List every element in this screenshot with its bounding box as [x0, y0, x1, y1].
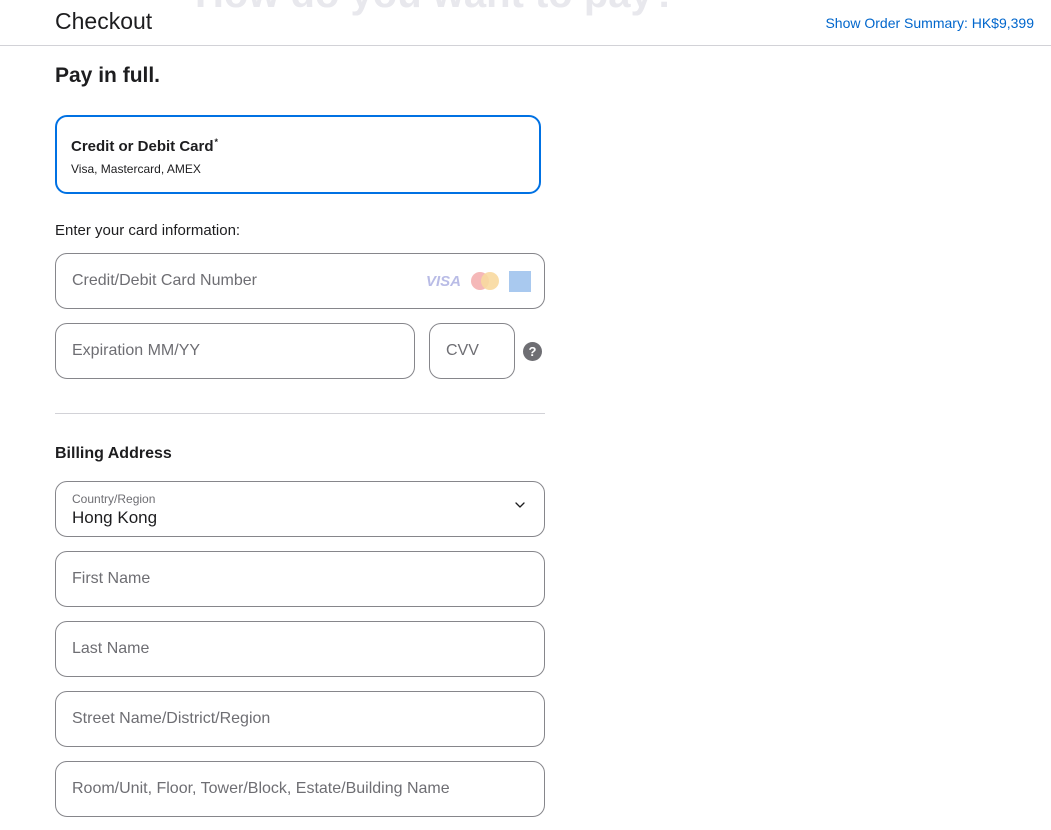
room-building-placeholder: Room/Unit, Floor, Tower/Block, Estate/Bu… — [72, 780, 450, 797]
cvv-field[interactable]: CVV — [429, 323, 515, 379]
visa-icon: VISA — [425, 272, 461, 290]
cvv-placeholder: CVV — [446, 342, 479, 359]
expiration-placeholder: Expiration MM/YY — [72, 342, 201, 359]
country-region-select[interactable]: Country/Region Hong Kong — [55, 481, 545, 537]
pay-in-full-title: Pay in full. — [55, 64, 161, 87]
payment-option-subtitle: Visa, Mastercard, AMEX — [71, 162, 201, 176]
billing-address-title: Billing Address — [55, 445, 172, 462]
payment-option-name: Credit or Debit Card* — [71, 137, 218, 155]
footnote-marker: * — [214, 137, 219, 147]
chevron-down-icon — [515, 502, 525, 508]
order-summary-link[interactable]: Show Order Summary: HK$9,399 — [825, 15, 1034, 31]
question-icon[interactable]: ? — [523, 342, 542, 361]
card-number-field[interactable]: Credit/Debit Card Number VISA — [55, 253, 545, 309]
checkout-header: How do you want to pay? Checkout Show Or… — [0, 0, 1051, 46]
first-name-field[interactable]: First Name — [55, 551, 545, 607]
mastercard-icon — [471, 272, 499, 290]
background-heading: How do you want to pay? — [195, 0, 677, 17]
last-name-field[interactable]: Last Name — [55, 621, 545, 677]
street-field[interactable]: Street Name/District/Region — [55, 691, 545, 747]
country-region-label: Country/Region — [72, 492, 156, 506]
room-building-field[interactable]: Room/Unit, Floor, Tower/Block, Estate/Bu… — [55, 761, 545, 817]
section-divider — [55, 413, 545, 414]
card-info-label: Enter your card information: — [55, 222, 241, 239]
page-title: Checkout — [55, 8, 153, 34]
expiration-field[interactable]: Expiration MM/YY — [55, 323, 415, 379]
card-number-placeholder: Credit/Debit Card Number — [72, 272, 257, 289]
first-name-placeholder: First Name — [72, 570, 151, 587]
card-logos: VISA — [426, 270, 531, 292]
payment-option-label: Credit or Debit Card — [71, 138, 214, 155]
credit-card-option[interactable]: Credit or Debit Card* Visa, Mastercard, … — [55, 115, 541, 194]
checkout-page: How do you want to pay? Checkout Show Or… — [0, 0, 1051, 830]
country-region-value: Hong Kong — [72, 508, 158, 527]
last-name-placeholder: Last Name — [72, 640, 150, 657]
amex-icon — [509, 270, 531, 292]
street-placeholder: Street Name/District/Region — [72, 710, 271, 727]
